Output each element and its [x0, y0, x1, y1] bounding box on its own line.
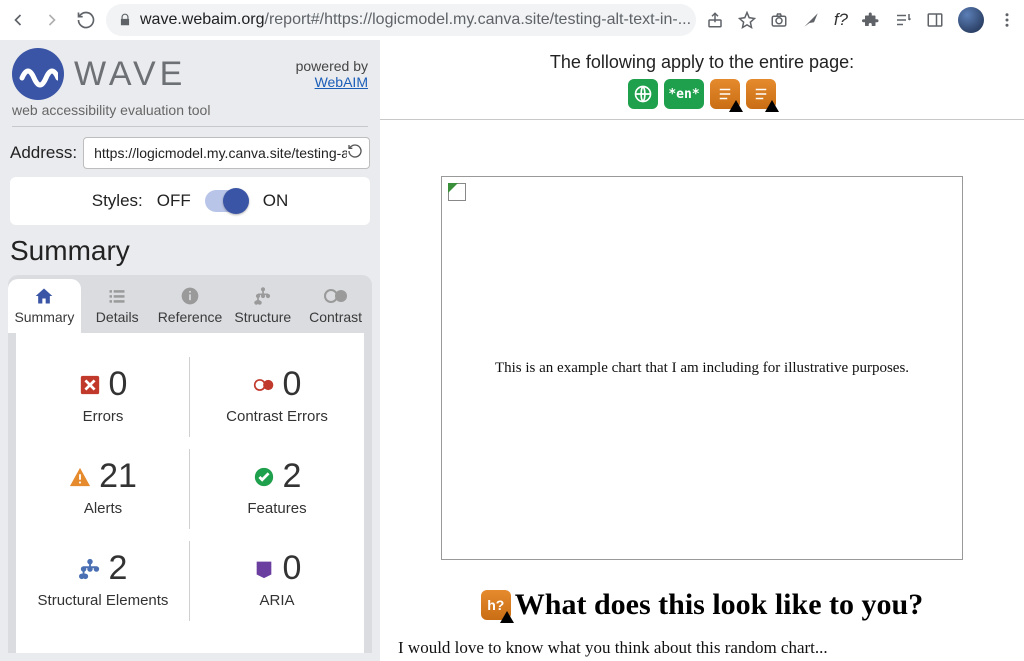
stat-alerts[interactable]: 21 Alerts [16, 443, 190, 535]
home-icon [8, 285, 81, 307]
tab-contrast[interactable]: Contrast [299, 279, 372, 333]
heading-level-badge[interactable]: h? [481, 590, 511, 620]
powered-by-label: powered by [296, 58, 368, 74]
address-input-wrap [83, 137, 370, 169]
url-domain: wave.webaim.org [140, 11, 265, 29]
browser-toolbar: wave.webaim.org/report#/https://logicmod… [0, 0, 1024, 40]
reading-list-icon[interactable] [894, 11, 912, 29]
content-paragraph: I would love to know what you think abou… [380, 622, 1024, 658]
address-input[interactable] [94, 145, 347, 161]
tab-structure[interactable]: Structure [226, 279, 299, 333]
features-icon [253, 466, 275, 488]
share-icon[interactable] [706, 11, 724, 29]
extensions-puzzle-icon[interactable] [862, 11, 880, 29]
stat-contrast-errors[interactable]: 0 Contrast Errors [190, 351, 364, 443]
alerts-icon [69, 466, 91, 488]
en-badge[interactable]: *en* [664, 79, 704, 109]
styles-toggle-box: Styles: OFF ON [10, 177, 370, 225]
contrast-errors-icon [253, 374, 275, 396]
wave-sidebar: WAVE powered by WebAIM web accessibility… [0, 40, 380, 661]
tagline: web accessibility evaluation tool [12, 102, 368, 118]
forward-icon[interactable] [42, 10, 62, 30]
contrast-icon [299, 285, 372, 307]
broken-image-icon [448, 183, 466, 201]
profile-avatar[interactable] [958, 7, 984, 33]
extension-icon-1[interactable] [802, 11, 820, 29]
chart-caption-text: This is an example chart that I am inclu… [495, 360, 909, 377]
stat-errors[interactable]: 0 Errors [16, 351, 190, 443]
errors-icon [79, 374, 101, 396]
stat-structural[interactable]: 2 Structural Elements [16, 535, 190, 627]
extension-icon-2[interactable]: f? [834, 10, 848, 30]
content-heading: What does this look like to you? [515, 588, 923, 622]
banner-text: The following apply to the entire page: [380, 52, 1024, 73]
page-content: The following apply to the entire page: … [380, 40, 1024, 661]
lock-icon [118, 13, 132, 27]
tab-summary[interactable]: Summary [8, 279, 81, 333]
styles-on-label: ON [263, 191, 289, 211]
side-panel-icon[interactable] [926, 11, 944, 29]
address-reload-icon[interactable] [347, 143, 363, 164]
stat-features[interactable]: 2 Features [190, 443, 364, 535]
stat-aria[interactable]: 0 ARIA [190, 535, 364, 627]
chrome-menu-icon[interactable] [998, 11, 1016, 29]
wave-logo-icon [12, 48, 64, 100]
address-label: Address: [10, 143, 77, 163]
aria-icon [253, 558, 275, 580]
tab-details[interactable]: Details [81, 279, 154, 333]
styles-label: Styles: [92, 191, 143, 211]
camera-icon[interactable] [770, 11, 788, 29]
wave-brand: WAVE [74, 55, 186, 94]
language-badge-icon[interactable] [628, 79, 658, 109]
url-path: /report#/https://logicmodel.my.canva.sit… [265, 11, 692, 29]
tree-icon [226, 285, 299, 307]
back-icon[interactable] [8, 10, 28, 30]
alert-badge-2-icon[interactable] [746, 79, 776, 109]
styles-off-label: OFF [157, 191, 191, 211]
summary-panel: 0 Errors 0 Contrast Errors [16, 333, 364, 653]
alert-badge-1-icon[interactable] [710, 79, 740, 109]
sidebar-tabs: Summary Details Reference Structure Cont… [8, 279, 372, 333]
address-bar[interactable]: wave.webaim.org/report#/https://logicmod… [106, 4, 696, 36]
reload-icon[interactable] [76, 10, 96, 30]
star-icon[interactable] [738, 11, 756, 29]
styles-toggle[interactable] [205, 190, 249, 212]
example-chart-placeholder: This is an example chart that I am inclu… [441, 176, 963, 560]
info-icon [154, 285, 227, 307]
structural-icon [79, 558, 101, 580]
list-icon [81, 285, 154, 307]
tab-reference[interactable]: Reference [154, 279, 227, 333]
divider [12, 126, 368, 127]
webaim-link[interactable]: WebAIM [315, 74, 368, 90]
summary-heading: Summary [0, 233, 380, 275]
